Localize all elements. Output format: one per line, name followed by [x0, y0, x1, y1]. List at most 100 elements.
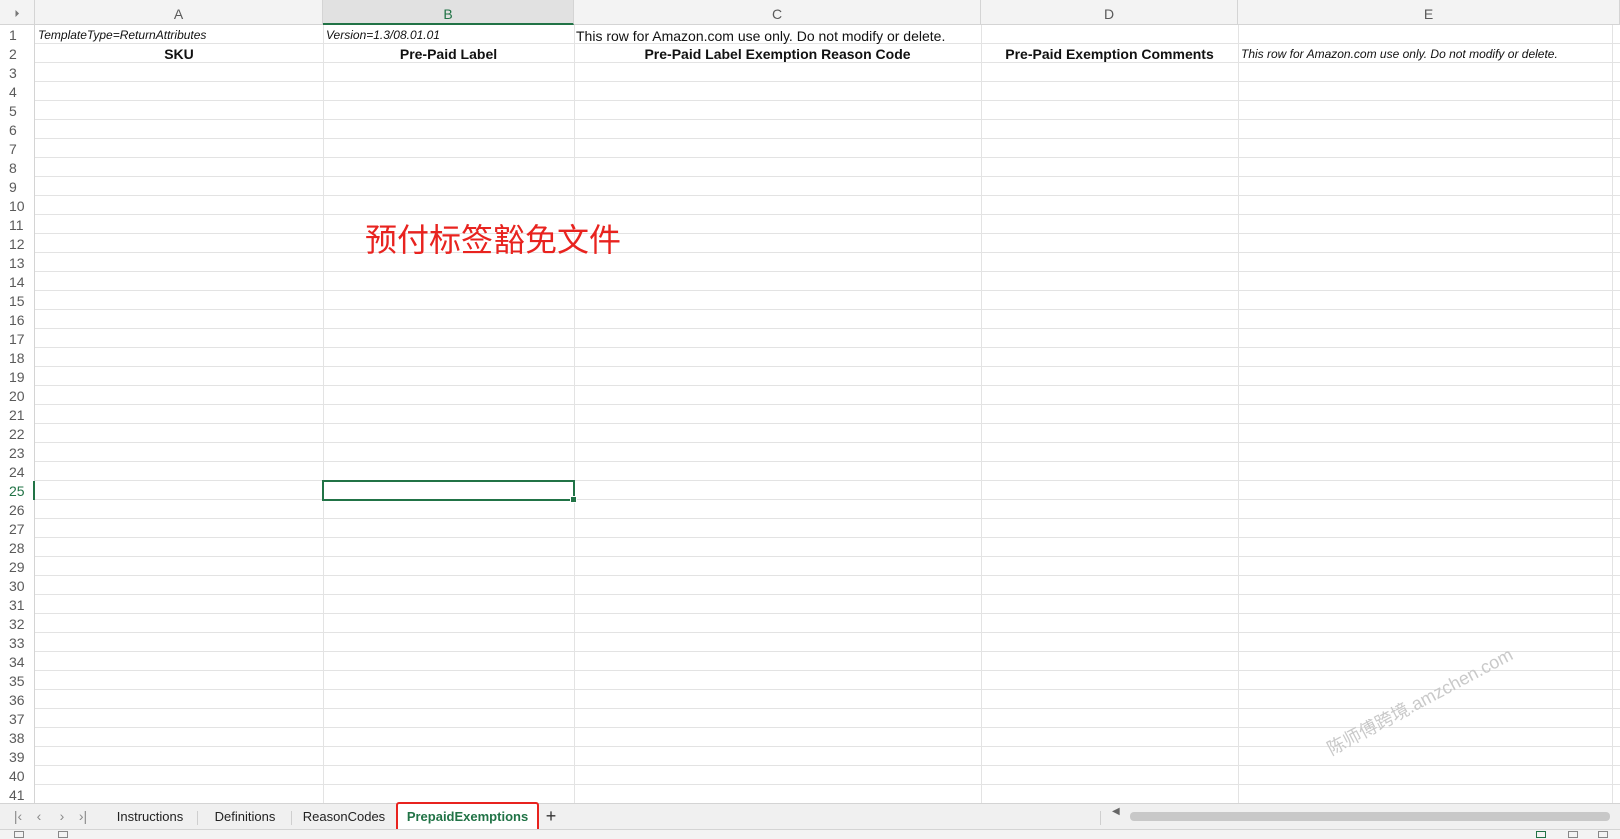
row-header-1[interactable]: 1: [0, 25, 35, 44]
row-header-2[interactable]: 2: [0, 44, 35, 63]
select-all-corner[interactable]: [0, 0, 35, 25]
row-header-24[interactable]: 24: [0, 462, 35, 481]
column-gridline: [574, 25, 575, 803]
tab-prepaidexemptions[interactable]: PrepaidExemptions: [396, 802, 539, 832]
cell-c1[interactable]: This row for Amazon.com use only. Do not…: [576, 28, 945, 44]
row-gridline: [35, 689, 1620, 690]
spreadsheet-grid[interactable]: A B C D E 1 2 3 4 5 6 7 8 9 10 11 12 13 14 15 16 17 18 19 2…: [0, 0, 1620, 803]
row-header-22[interactable]: 22: [0, 424, 35, 443]
annotation-text: 预付标签豁免文件: [365, 221, 622, 259]
row-gridline: [35, 670, 1620, 671]
row-header-20[interactable]: 20: [0, 386, 35, 405]
tab-instructions[interactable]: Instructions: [104, 804, 196, 829]
row-header-12[interactable]: 12: [0, 234, 35, 253]
row-gridline: [35, 537, 1620, 538]
row-header-32[interactable]: 32: [0, 614, 35, 633]
row-header-17[interactable]: 17: [0, 329, 35, 348]
row-header-9[interactable]: 9: [0, 177, 35, 196]
row-header-13[interactable]: 13: [0, 253, 35, 272]
row-header-5[interactable]: 5: [0, 101, 35, 120]
tab-separator: [291, 811, 292, 825]
row-header-11[interactable]: 11: [0, 215, 35, 234]
row-header-10[interactable]: 10: [0, 196, 35, 215]
select-all-triangle-icon: [11, 9, 20, 18]
row-gridline: [35, 328, 1620, 329]
row-header-28[interactable]: 28: [0, 538, 35, 557]
horizontal-scrollbar[interactable]: [1130, 812, 1610, 821]
row-header-8[interactable]: 8: [0, 158, 35, 177]
row-header-14[interactable]: 14: [0, 272, 35, 291]
add-sheet-button[interactable]: +: [542, 804, 560, 829]
row-gridline: [35, 214, 1620, 215]
row-header-29[interactable]: 29: [0, 557, 35, 576]
row-header-25[interactable]: 25: [0, 481, 35, 500]
row-header-3[interactable]: 3: [0, 63, 35, 82]
column-header-d[interactable]: D: [981, 0, 1238, 25]
row-header-35[interactable]: 35: [0, 671, 35, 690]
page-break-view-icon[interactable]: [1598, 831, 1608, 838]
row-header-33[interactable]: 33: [0, 633, 35, 652]
row-header-18[interactable]: 18: [0, 348, 35, 367]
cell-c2[interactable]: Pre-Paid Label Exemption Reason Code: [574, 46, 981, 62]
column-gridline: [1612, 25, 1613, 803]
cell-b1[interactable]: Version=1.3/08.01.01: [326, 28, 440, 42]
row-header-38[interactable]: 38: [0, 728, 35, 747]
scroll-left-icon[interactable]: ◀: [1112, 806, 1120, 817]
column-gridline: [981, 25, 982, 803]
cell-b2[interactable]: Pre-Paid Label: [323, 46, 574, 62]
column-header-c[interactable]: C: [574, 0, 981, 25]
row-header-34[interactable]: 34: [0, 652, 35, 671]
prev-sheet-icon[interactable]: ‹: [30, 806, 48, 826]
scroll-separator: [1100, 811, 1101, 825]
selected-cell-b25[interactable]: [322, 480, 577, 503]
row-gridline: [35, 347, 1620, 348]
row-header-19[interactable]: 19: [0, 367, 35, 386]
first-sheet-icon[interactable]: |‹: [9, 806, 27, 826]
row-gridline: [35, 81, 1620, 82]
row-header-36[interactable]: 36: [0, 690, 35, 709]
row-header-16[interactable]: 16: [0, 310, 35, 329]
tab-definitions[interactable]: Definitions: [204, 804, 286, 829]
page-layout-view-icon[interactable]: [1568, 831, 1578, 838]
cell-a1[interactable]: TemplateType=ReturnAttributes: [38, 28, 206, 42]
row-gridline: [35, 423, 1620, 424]
row-header-39[interactable]: 39: [0, 747, 35, 766]
row-header-26[interactable]: 26: [0, 500, 35, 519]
row-header-31[interactable]: 31: [0, 595, 35, 614]
accessibility-icon[interactable]: [58, 831, 68, 838]
row-header-6[interactable]: 6: [0, 120, 35, 139]
row-header-30[interactable]: 30: [0, 576, 35, 595]
column-header-a[interactable]: A: [35, 0, 323, 25]
row-header-41[interactable]: 41: [0, 785, 35, 803]
column-header-e[interactable]: E: [1238, 0, 1620, 25]
last-sheet-icon[interactable]: ›|: [74, 806, 92, 826]
row-header-40[interactable]: 40: [0, 766, 35, 785]
row-gridline: [35, 594, 1620, 595]
row-gridline: [35, 176, 1620, 177]
watermark-text: 陈师傅跨境.amzchen.com: [1323, 644, 1517, 760]
row-header-7[interactable]: 7: [0, 139, 35, 158]
tab-separator: [197, 811, 198, 825]
column-header-b[interactable]: B: [323, 0, 574, 25]
row-gridline: [35, 271, 1620, 272]
sheet-tab-bar: |‹ ‹ › ›| Instructions Definitions Reaso…: [0, 802, 1620, 832]
cell-e2[interactable]: This row for Amazon.com use only. Do not…: [1241, 47, 1558, 61]
next-sheet-icon[interactable]: ›: [53, 806, 71, 826]
row-gridline: [35, 404, 1620, 405]
row-gridline: [35, 157, 1620, 158]
macro-icon[interactable]: [14, 831, 24, 838]
row-header-23[interactable]: 23: [0, 443, 35, 462]
row-header-21[interactable]: 21: [0, 405, 35, 424]
cell-d2[interactable]: Pre-Paid Exemption Comments: [981, 46, 1238, 62]
tab-reasoncodes[interactable]: ReasonCodes: [296, 804, 392, 829]
fill-handle[interactable]: [570, 496, 577, 503]
cell-a2[interactable]: SKU: [35, 46, 323, 62]
row-header-4[interactable]: 4: [0, 82, 35, 101]
normal-view-icon[interactable]: [1536, 831, 1546, 838]
row-gridline: [35, 518, 1620, 519]
row-gridline: [35, 309, 1620, 310]
row-header-27[interactable]: 27: [0, 519, 35, 538]
row-header-37[interactable]: 37: [0, 709, 35, 728]
row-header-15[interactable]: 15: [0, 291, 35, 310]
row-gridline: [35, 575, 1620, 576]
